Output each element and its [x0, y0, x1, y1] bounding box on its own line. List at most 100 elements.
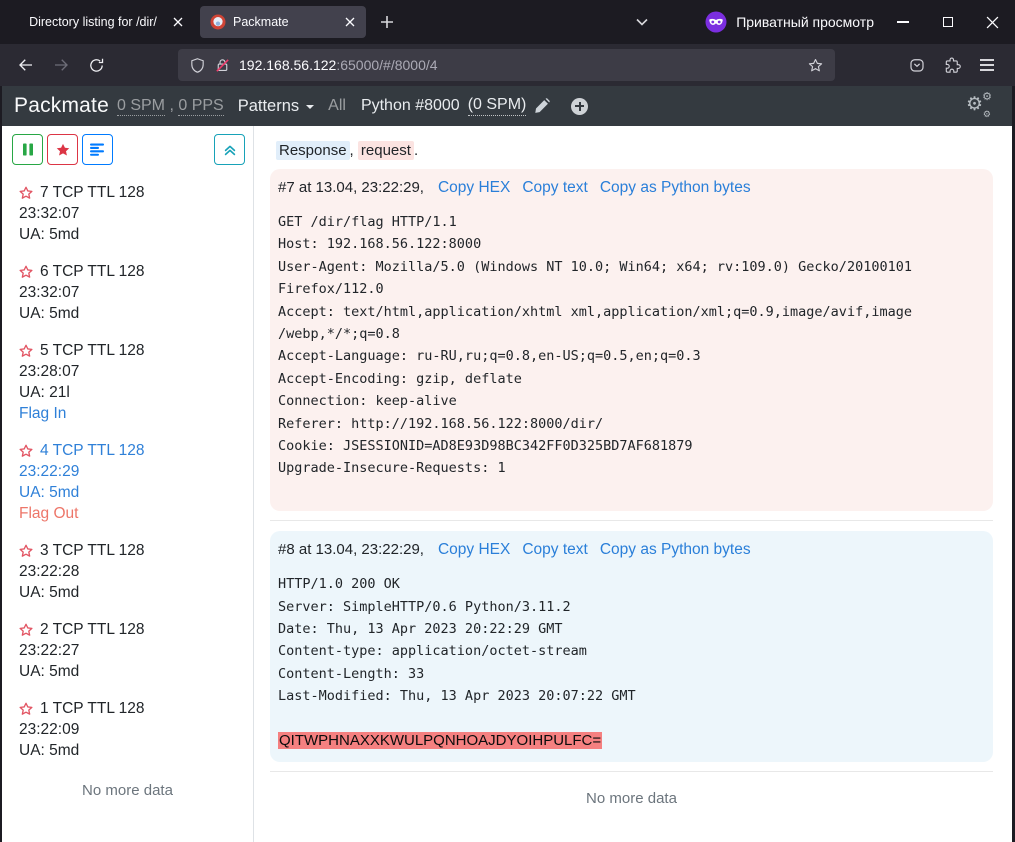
packet-line: Server: SimpleHTTP/0.6 Python/3.11.2: [278, 596, 985, 618]
browser-tab[interactable]: Packmate: [200, 6, 366, 38]
stream-title: 6 TCP TTL 128: [40, 261, 145, 282]
patterns-dropdown[interactable]: Patterns: [238, 97, 314, 116]
pocket-button[interactable]: [901, 49, 933, 81]
stream-user-agent: UA: 5md: [19, 224, 253, 245]
pause-button[interactable]: [12, 134, 43, 165]
stream-user-agent: UA: 5md: [19, 661, 253, 682]
stream-item[interactable]: 2 TCP TTL 12823:22:27UA: 5md: [18, 619, 253, 682]
scroll-to-top-button[interactable]: [214, 134, 245, 165]
capture-service[interactable]: Python #8000 (0 SPM): [361, 96, 550, 116]
legend-request: request: [358, 141, 414, 160]
stream-flag-in[interactable]: Flag In: [19, 403, 253, 424]
stream-item[interactable]: 4 TCP TTL 12823:22:29UA: 5mdFlag Out: [18, 440, 253, 524]
menu-button[interactable]: [971, 49, 1003, 81]
page: Packmate 0 SPM , 0 PPS Patterns All Pyth…: [2, 86, 1012, 842]
legend-sep: ,: [350, 142, 358, 159]
stream-user-agent: UA: 5md: [19, 740, 253, 761]
minimize-button[interactable]: [880, 0, 925, 44]
star-outline-icon[interactable]: [18, 264, 34, 280]
packet-line: [278, 480, 985, 502]
chevrons-up-icon: [222, 142, 238, 158]
extensions-button[interactable]: [936, 49, 968, 81]
url-path: :65000/#/8000/4: [336, 57, 437, 73]
direction-legend: Response, request.: [276, 142, 993, 159]
star-outline-icon[interactable]: [18, 343, 34, 359]
url-text[interactable]: 192.168.56.122:65000/#/8000/4: [239, 57, 438, 73]
window-controls: [880, 0, 1015, 44]
edit-capture-button[interactable]: [534, 98, 550, 114]
legend-response: Response: [276, 141, 350, 160]
pencil-icon: [534, 98, 550, 114]
favorites-filter-button[interactable]: [47, 134, 78, 165]
app-brand[interactable]: Packmate: [14, 94, 109, 118]
view-list-button[interactable]: [82, 134, 113, 165]
stream-item[interactable]: 3 TCP TTL 12823:22:28UA: 5md: [18, 540, 253, 603]
star-outline-icon[interactable]: [18, 701, 34, 717]
stream-item[interactable]: 6 TCP TTL 12823:32:07UA: 5md: [18, 261, 253, 324]
private-mask-icon: [705, 11, 727, 33]
tab-close-button[interactable]: [168, 12, 188, 32]
maximize-button[interactable]: [925, 0, 970, 44]
packet-line: [278, 708, 985, 730]
stream-user-agent: UA: 5md: [19, 303, 253, 324]
star-outline-icon[interactable]: [18, 443, 34, 459]
browser-tab[interactable]: Directory listing for /dir/: [8, 6, 194, 38]
stream-item[interactable]: 7 TCP TTL 12823:32:07UA: 5md: [18, 182, 253, 245]
stream-item[interactable]: 5 TCP TTL 12823:28:07UA: 21lFlag In: [18, 340, 253, 424]
packmate-favicon: [210, 14, 226, 30]
packet-header: #7 at 13.04, 23:22:29,Copy HEXCopy textC…: [278, 179, 985, 197]
stream-item[interactable]: 1 TCP TTL 12823:22:09UA: 5md: [18, 698, 253, 761]
tab-close-icon: [345, 17, 355, 27]
close-icon: [986, 16, 999, 29]
forward-button[interactable]: [45, 49, 77, 81]
filter-all[interactable]: All: [328, 97, 346, 115]
insecure-lock-icon[interactable]: [214, 57, 231, 74]
stream-time: 23:32:07: [19, 203, 253, 224]
private-browsing-badge: Приватный просмотр: [705, 11, 874, 33]
stream-title: 7 TCP TTL 128: [40, 182, 145, 203]
star-outline-icon[interactable]: [18, 622, 34, 638]
copy-action-link[interactable]: Copy as Python bytes: [600, 179, 751, 197]
url-bar[interactable]: 192.168.56.122:65000/#/8000/4: [178, 49, 835, 81]
add-service-button[interactable]: [571, 98, 588, 115]
back-arrow-icon: [17, 56, 35, 74]
packet-line-highlight: QITWPHNAXXKWULPQNHOAJDYOIHPULFC=: [278, 730, 985, 752]
packet-line: Accept-Encoding: gzip, deflate: [278, 368, 985, 390]
stream-title: 1 TCP TTL 128: [40, 698, 145, 719]
packet-line: Cookie: JSESSIONID=AD8E93D98BC342FF0D325…: [278, 435, 985, 457]
copy-action-link[interactable]: Copy text: [522, 541, 587, 559]
stream-title-row: 2 TCP TTL 128: [18, 619, 253, 640]
new-tab-button[interactable]: [372, 7, 402, 37]
star-outline-icon[interactable]: [18, 185, 34, 201]
packet-line: Content-type: application/octet-stream: [278, 640, 985, 662]
stream-title: 5 TCP TTL 128: [40, 340, 145, 361]
packet-line: Referer: http://192.168.56.122:8000/dir/: [278, 413, 985, 435]
close-window-button[interactable]: [970, 0, 1015, 44]
packet-card-response: #8 at 13.04, 23:22:29,Copy HEXCopy textC…: [270, 531, 993, 761]
gear-small-icon: ⚙: [982, 92, 992, 103]
copy-action-link[interactable]: Copy HEX: [438, 179, 510, 197]
back-button[interactable]: [10, 49, 42, 81]
traffic-stats: 0 SPM , 0 PPS: [117, 97, 224, 115]
stream-time: 23:28:07: [19, 361, 253, 382]
reload-button[interactable]: [80, 49, 112, 81]
reload-icon: [88, 57, 105, 74]
stream-flag-out[interactable]: Flag Out: [19, 503, 253, 524]
tracking-shield-icon[interactable]: [189, 57, 206, 74]
maximize-icon: [943, 17, 953, 27]
bookmark-star-icon[interactable]: [807, 57, 824, 74]
packet-line: Connection: keep-alive: [278, 390, 985, 412]
packet-card-request: #7 at 13.04, 23:22:29,Copy HEXCopy textC…: [270, 169, 993, 511]
settings-button[interactable]: ⚙ ⚙ ⚙: [966, 94, 992, 118]
stream-title: 2 TCP TTL 128: [40, 619, 145, 640]
star-outline-icon[interactable]: [18, 543, 34, 559]
copy-action-link[interactable]: Copy text: [522, 179, 587, 197]
packmate-navbar: Packmate 0 SPM , 0 PPS Patterns All Pyth…: [2, 86, 1012, 126]
packet-separator: [270, 771, 993, 772]
tab-close-button[interactable]: [340, 12, 360, 32]
legend-end: .: [414, 142, 418, 159]
copy-action-link[interactable]: Copy HEX: [438, 541, 510, 559]
packet-line: /webp,*/*;q=0.8: [278, 323, 985, 345]
list-all-tabs-button[interactable]: [628, 8, 656, 36]
copy-action-link[interactable]: Copy as Python bytes: [600, 541, 751, 559]
